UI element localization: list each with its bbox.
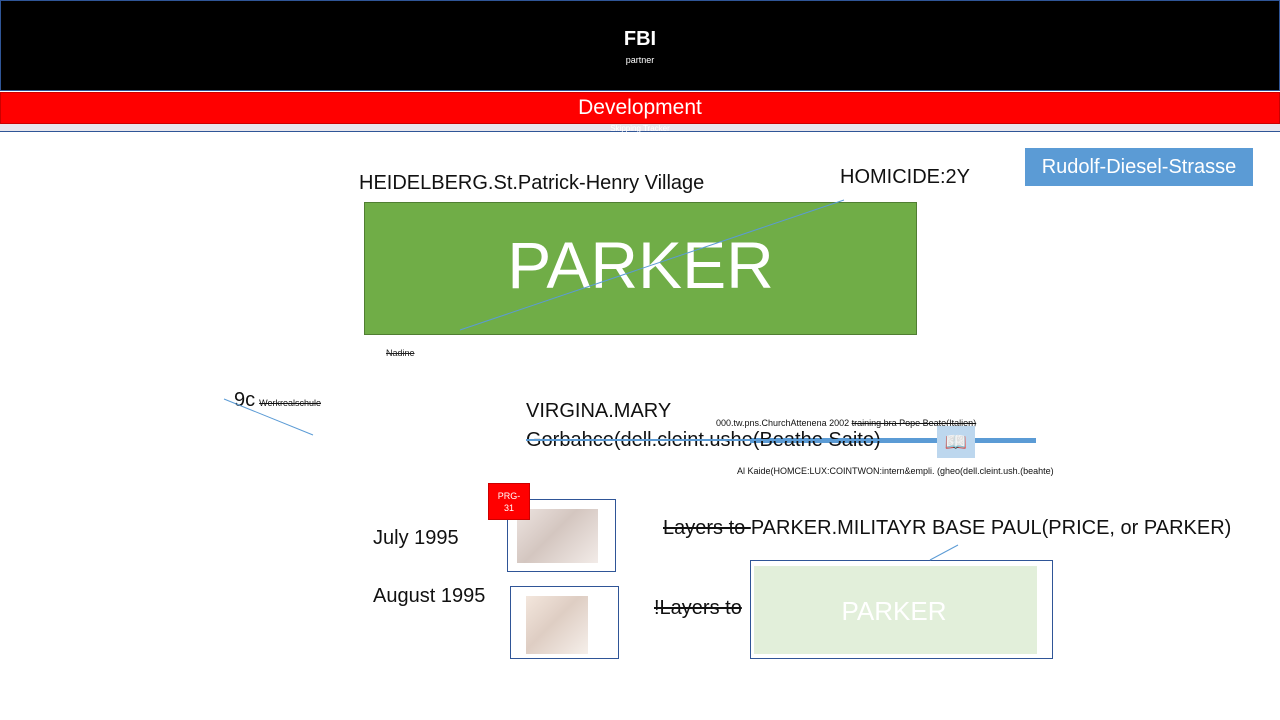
layers-label-1-text: PARKER.MILITAYR BASE PAUL(PRICE, or PARK… xyxy=(750,517,1232,539)
layers-label-1-struck: Layers to xyxy=(663,517,751,539)
location-label: HEIDELBERG.St.Patrick-Henry Village xyxy=(359,172,705,194)
gorbahce-label: Gorbahce(dell.cleint.ushe(Beathe Saito) xyxy=(526,429,881,451)
date-august: August 1995 xyxy=(373,585,486,607)
school-label: Werkrealschule xyxy=(259,398,321,408)
date-july: July 1995 xyxy=(373,527,459,549)
nadine-label: Nadine xyxy=(386,348,415,358)
prg-badge: PRG- 31 xyxy=(488,483,530,520)
virgina-label: VIRGINA.MARY xyxy=(526,400,672,422)
street-box[interactable]: Rudolf-Diesel-Strasse xyxy=(1025,148,1253,186)
photo-august-image xyxy=(526,596,588,654)
layers-label-2-struck: !Layers to xyxy=(654,597,742,619)
book-icon[interactable]: 📖 xyxy=(937,426,975,458)
layers-label-2: !Layers to xyxy=(654,597,742,620)
grade-label: 9c Werkrealschule xyxy=(234,389,321,412)
connector-line-parker xyxy=(929,544,959,561)
parker-box-label: PARKER xyxy=(507,228,774,302)
parker-box-2-label: PARKER xyxy=(841,596,947,626)
church-note-prefix: 000.tw.pns.ChurchAttenena 2002 xyxy=(716,418,852,428)
page-title: FBI xyxy=(623,28,657,50)
strip-label: Skipping Tracker xyxy=(610,124,670,133)
section-title: Development xyxy=(578,96,702,119)
alkaide-note: Al Kaide(HOMCE:LUX:COINTWON:intern&empli… xyxy=(737,466,1054,476)
page-subtitle: partner xyxy=(625,55,655,65)
homicide-label: HOMICIDE:2Y xyxy=(840,166,971,188)
grade-value: 9c xyxy=(234,389,256,411)
layers-label-1: Layers to PARKER.MILITAYR BASE PAUL(PRIC… xyxy=(663,517,1231,540)
